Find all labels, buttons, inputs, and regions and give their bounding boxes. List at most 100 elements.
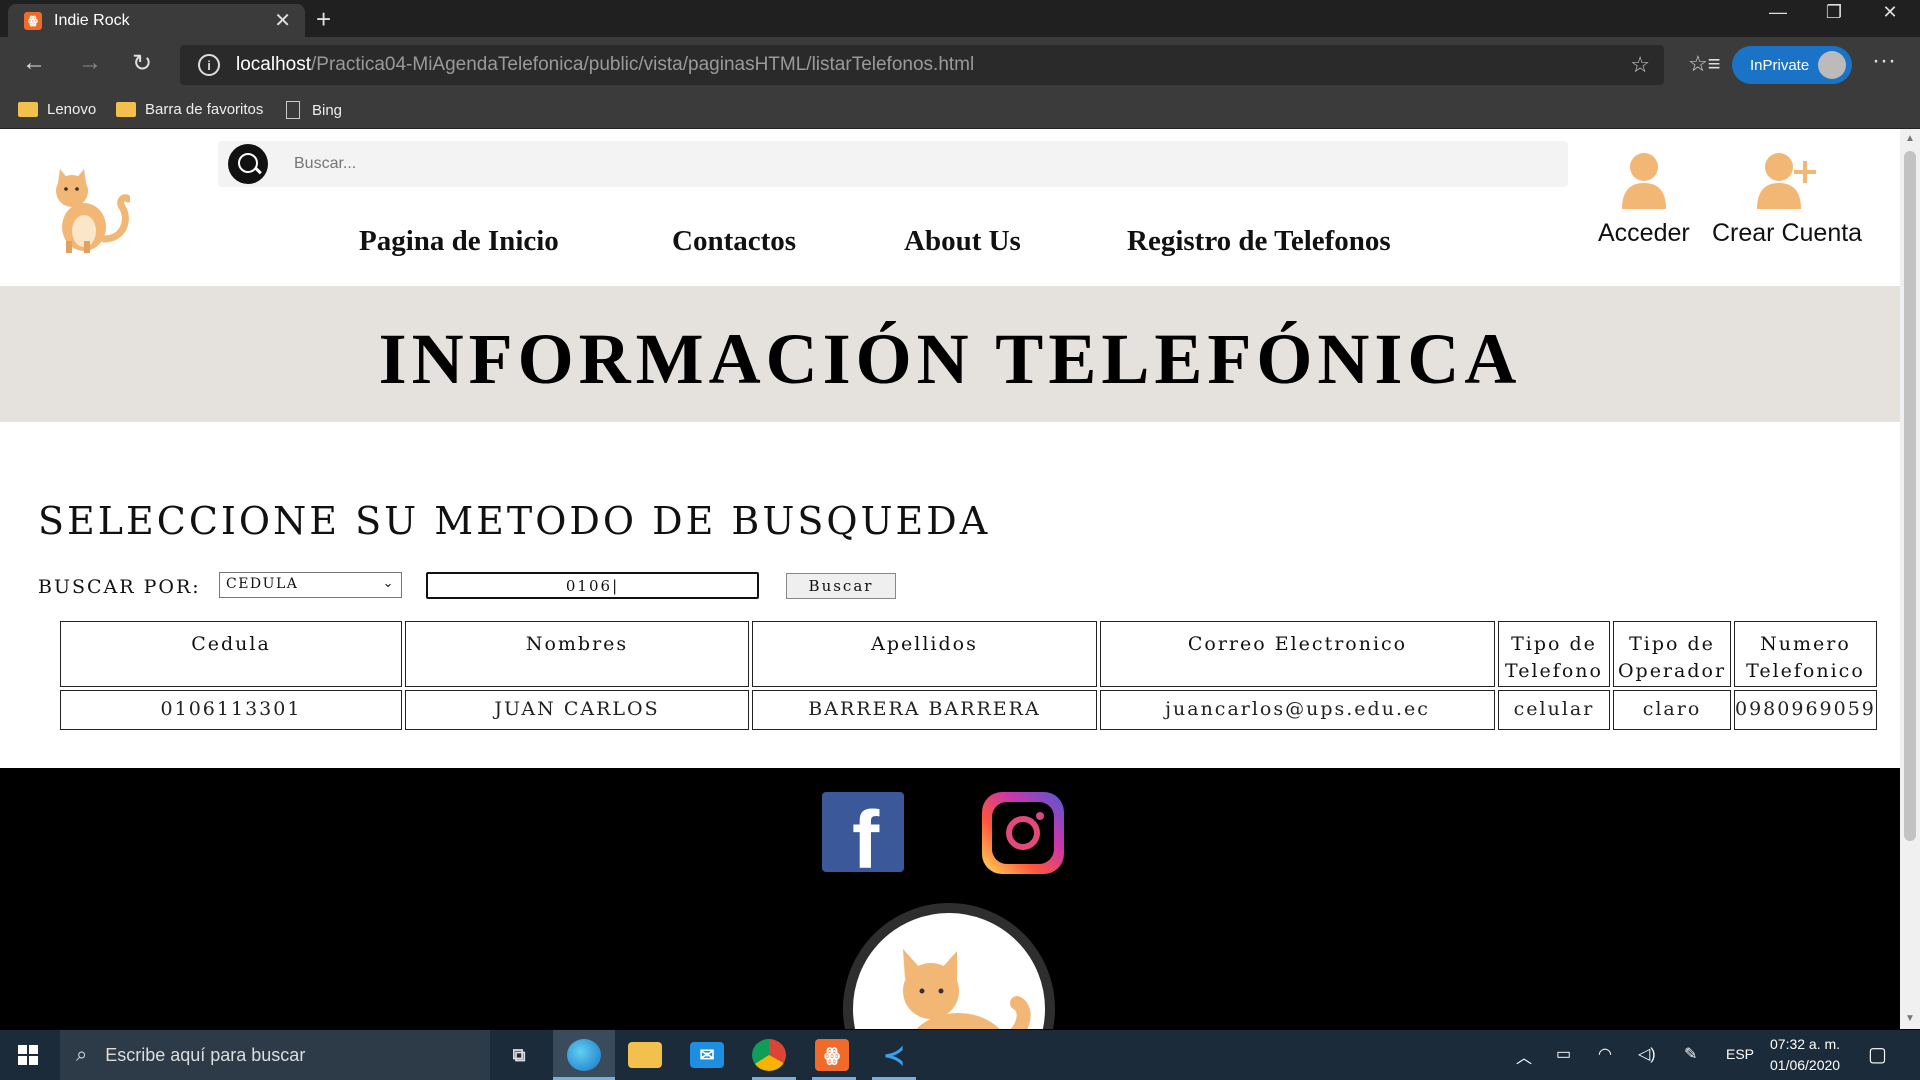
address-toolbar: ← → ↻ i localhost/Practica04-MiAgendaTel… bbox=[0, 37, 1920, 93]
col-header: Cedula bbox=[60, 621, 402, 687]
volume-icon[interactable]: ◁) bbox=[1638, 1044, 1656, 1064]
favorite-barra-de-favoritos[interactable]: Barra de favoritos bbox=[116, 101, 263, 118]
facebook-f-glyph: f bbox=[852, 795, 880, 873]
more-options-icon[interactable]: ··· bbox=[1872, 47, 1896, 75]
cat-logo-icon[interactable] bbox=[44, 169, 130, 255]
add-user-icon bbox=[1757, 153, 1817, 209]
refresh-button[interactable]: ↻ bbox=[132, 49, 152, 78]
nav-about-us[interactable]: About Us bbox=[904, 225, 1021, 258]
nav-contactos[interactable]: Contactos bbox=[672, 225, 796, 258]
table-row: 0106113301 JUAN CARLOS BARRERA BARRERA j… bbox=[60, 690, 1877, 730]
xampp-icon: ꙮ bbox=[24, 11, 42, 30]
page-scrollbar[interactable]: ▲ ▼ bbox=[1900, 129, 1920, 1029]
vscode-icon[interactable]: ≺ bbox=[877, 1039, 911, 1071]
search-button[interactable]: Buscar bbox=[786, 573, 896, 599]
task-view-icon[interactable]: ⧉ bbox=[502, 1039, 536, 1071]
notifications-icon[interactable]: ▢ bbox=[1868, 1042, 1887, 1067]
col-header: Tipo de Telefono bbox=[1498, 621, 1610, 687]
hero-banner: INFORMACIÓN TELEFÓNICA bbox=[0, 286, 1900, 422]
restore-button[interactable]: ❐ bbox=[1806, 2, 1862, 23]
site-header: Pagina de Inicio Contactos About Us Regi… bbox=[0, 129, 1900, 286]
url-text: localhost/Practica04-MiAgendaTelefonica/… bbox=[236, 54, 974, 76]
inprivate-label: InPrivate bbox=[1750, 56, 1810, 74]
windows-taskbar: ⌕ Escribe aquí para buscar ⧉ ✉ ꙮ ≺ ︿ ▭ ◠… bbox=[0, 1030, 1920, 1080]
cat-icon bbox=[903, 949, 1031, 1029]
favorite-label: Barra de favoritos bbox=[145, 101, 264, 118]
mail-icon[interactable]: ✉ bbox=[690, 1042, 724, 1068]
favorites-bar: Lenovo Barra de favoritos Bing bbox=[0, 93, 1920, 129]
close-window-button[interactable]: ✕ bbox=[1862, 2, 1918, 23]
site-info-icon[interactable]: i bbox=[198, 54, 220, 76]
table-header-row: Cedula Nombres Apellidos Correo Electron… bbox=[60, 621, 1877, 687]
scroll-down-icon[interactable]: ▼ bbox=[1905, 1013, 1915, 1024]
tab-title: Indie Rock bbox=[54, 11, 130, 29]
scroll-up-icon[interactable]: ▲ bbox=[1905, 133, 1915, 144]
search-value-text: 0106 bbox=[565, 577, 613, 595]
site-search-input[interactable] bbox=[294, 155, 1494, 173]
file-explorer-icon[interactable] bbox=[628, 1042, 662, 1068]
site-search-bar bbox=[218, 141, 1568, 187]
signup-label: Crear Cuenta bbox=[1712, 219, 1863, 247]
taskbar-search-placeholder: Escribe aquí para buscar bbox=[105, 1044, 306, 1065]
search-form: BUSCAR POR: CEDULA ⌄ 0106| Buscar bbox=[38, 572, 938, 602]
minimize-button[interactable]: — bbox=[1750, 2, 1806, 23]
search-icon[interactable] bbox=[228, 144, 268, 184]
col-header: Apellidos bbox=[752, 621, 1097, 687]
language-indicator[interactable]: ESP bbox=[1726, 1046, 1754, 1062]
pen-icon[interactable]: ✎ bbox=[1684, 1044, 1697, 1064]
nav-pagina-de-inicio[interactable]: Pagina de Inicio bbox=[359, 225, 559, 258]
table-cell: BARRERA BARRERA bbox=[752, 690, 1097, 730]
back-button[interactable]: ← bbox=[22, 49, 46, 77]
close-tab-icon[interactable]: ✕ bbox=[274, 8, 291, 33]
table-cell: JUAN CARLOS bbox=[405, 690, 749, 730]
instagram-lens bbox=[1006, 816, 1040, 850]
xampp-icon[interactable]: ꙮ bbox=[815, 1039, 849, 1071]
col-header: Numero Telefonico bbox=[1734, 621, 1877, 687]
favorites-icon[interactable]: ☆≡ bbox=[1688, 51, 1721, 77]
address-field[interactable]: i localhost/Practica04-MiAgendaTelefonic… bbox=[180, 45, 1664, 85]
forward-button[interactable]: → bbox=[78, 49, 102, 77]
search-type-select[interactable]: CEDULA ⌄ bbox=[219, 572, 402, 598]
nav-registro-de-telefonos[interactable]: Registro de Telefonos bbox=[1127, 225, 1391, 258]
instagram-icon[interactable] bbox=[982, 792, 1064, 874]
chrome-icon[interactable] bbox=[752, 1039, 786, 1071]
search-value-input[interactable]: 0106| bbox=[426, 572, 759, 599]
search-type-value: CEDULA bbox=[226, 576, 299, 592]
page-viewport: Pagina de Inicio Contactos About Us Regi… bbox=[0, 129, 1900, 1029]
search-icon: ⌕ bbox=[76, 1043, 88, 1066]
page-title: INFORMACIÓN TELEFÓNICA bbox=[378, 318, 1522, 399]
site-footer: f bbox=[0, 768, 1900, 1029]
taskbar-search[interactable]: ⌕ Escribe aquí para buscar bbox=[60, 1030, 490, 1080]
new-tab-button[interactable]: + bbox=[316, 4, 331, 35]
clock-date[interactable]: 01/06/2020 bbox=[1770, 1057, 1840, 1073]
tray-chevron-up-icon[interactable]: ︿ bbox=[1516, 1044, 1532, 1068]
url-path: /Practica04-MiAgendaTelefonica/public/vi… bbox=[311, 54, 975, 75]
signup-link[interactable]: Crear Cuenta bbox=[1712, 149, 1862, 248]
edge-icon[interactable] bbox=[567, 1039, 601, 1071]
table-cell: juancarlos@ups.edu.ec bbox=[1100, 690, 1495, 730]
results-table: Cedula Nombres Apellidos Correo Electron… bbox=[57, 618, 1880, 733]
browser-tab[interactable]: ꙮ Indie Rock ✕ bbox=[8, 4, 305, 37]
login-label: Acceder bbox=[1598, 219, 1690, 247]
table-cell: 0980969059 bbox=[1734, 690, 1877, 730]
inprivate-button[interactable]: InPrivate bbox=[1732, 46, 1852, 84]
windows-start-icon[interactable] bbox=[18, 1045, 38, 1065]
page-icon bbox=[286, 101, 300, 119]
footer-cat-logo bbox=[843, 903, 1055, 1029]
star-icon[interactable]: ☆ bbox=[1630, 52, 1650, 78]
favorite-bing[interactable]: Bing bbox=[286, 101, 342, 119]
scroll-thumb[interactable] bbox=[1904, 151, 1916, 841]
clock-time[interactable]: 07:32 a. m. bbox=[1770, 1036, 1840, 1052]
avatar-icon bbox=[1818, 51, 1846, 79]
favorite-lenovo[interactable]: Lenovo bbox=[18, 101, 96, 118]
search-by-label: BUSCAR POR: bbox=[38, 576, 201, 598]
login-link[interactable]: Acceder bbox=[1598, 149, 1690, 248]
instagram-dot bbox=[1036, 812, 1044, 820]
col-header: Tipo de Operador bbox=[1613, 621, 1731, 687]
facebook-icon[interactable]: f bbox=[822, 792, 904, 872]
url-host: localhost bbox=[236, 54, 311, 75]
table-cell: 0106113301 bbox=[60, 690, 402, 730]
table-cell: claro bbox=[1613, 690, 1731, 730]
wifi-icon[interactable]: ◠ bbox=[1598, 1044, 1612, 1064]
battery-icon[interactable]: ▭ bbox=[1556, 1044, 1571, 1064]
